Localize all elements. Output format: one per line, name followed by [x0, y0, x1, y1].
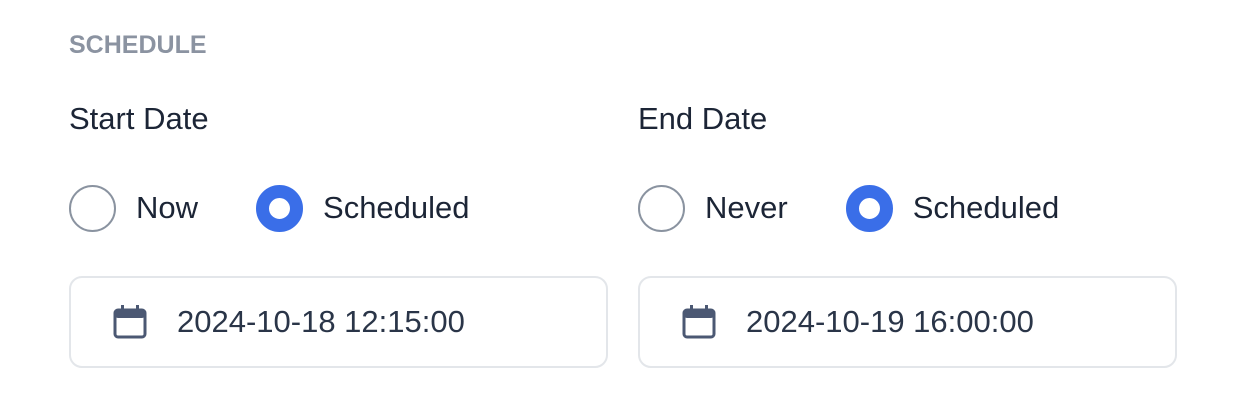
end-never-option[interactable]: Never: [638, 184, 788, 232]
end-scheduled-radio[interactable]: [845, 184, 893, 232]
end-date-radio-group: Never Scheduled: [638, 183, 1059, 233]
start-scheduled-option[interactable]: Scheduled: [256, 184, 470, 232]
end-date-group: End Date Never Scheduled 2024-10-19 16:0…: [638, 0, 1178, 400]
end-never-label[interactable]: Never: [705, 190, 788, 226]
end-date-input[interactable]: 2024-10-19 16:00:00: [638, 276, 1177, 368]
start-date-group: Start Date Now Scheduled 2024-10-18 12:1…: [69, 0, 609, 400]
start-now-radio[interactable]: [69, 184, 116, 232]
start-date-input[interactable]: 2024-10-18 12:15:00: [69, 276, 608, 368]
end-date-value: 2024-10-19 16:00:00: [746, 304, 1034, 339]
end-date-title: End Date: [638, 101, 768, 136]
end-scheduled-option[interactable]: Scheduled: [845, 184, 1060, 232]
end-scheduled-label[interactable]: Scheduled: [913, 190, 1060, 226]
end-never-radio[interactable]: [638, 184, 685, 232]
start-scheduled-radio[interactable]: [256, 184, 304, 232]
start-date-radio-group: Now Scheduled: [69, 183, 470, 233]
start-date-title: Start Date: [69, 101, 209, 136]
start-now-label[interactable]: Now: [136, 190, 198, 226]
calendar-icon: [682, 305, 716, 339]
start-now-option[interactable]: Now: [69, 184, 198, 232]
start-date-value: 2024-10-18 12:15:00: [177, 304, 465, 339]
calendar-icon: [113, 305, 147, 339]
start-scheduled-label[interactable]: Scheduled: [323, 190, 470, 226]
